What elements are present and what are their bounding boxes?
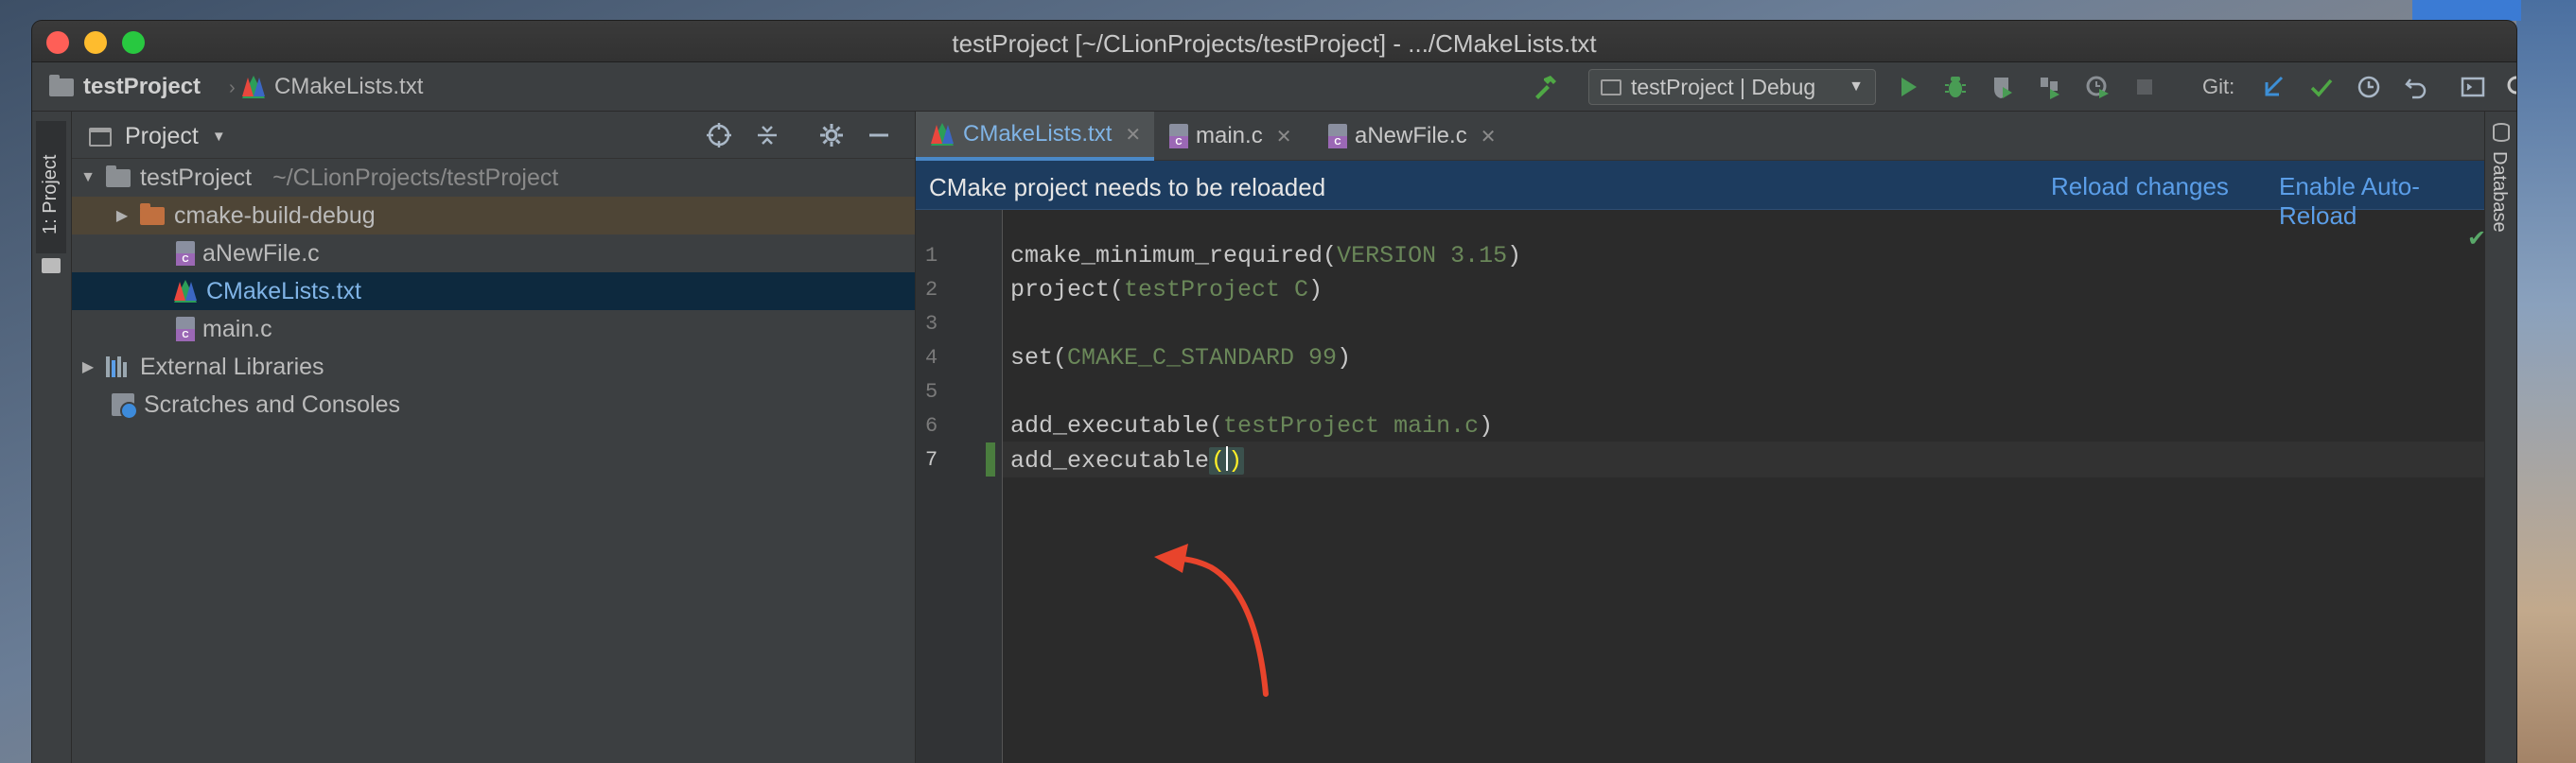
close-tab-icon[interactable]: ✕ — [1481, 125, 1497, 148]
navigation-bar: testProject › CMakeLists.txt testProject… — [32, 62, 2516, 112]
cmake-reload-banner: CMake project needs to be reloaded Reloa… — [916, 161, 2484, 230]
line-number: 4 — [925, 346, 938, 370]
folder-icon — [140, 202, 165, 225]
rollback-icon[interactable] — [2403, 74, 2429, 100]
expanded-triangle-icon: ▼ — [80, 169, 96, 185]
scratches-icon — [112, 393, 138, 420]
search-icon[interactable] — [2505, 74, 2516, 100]
gear-icon[interactable] — [817, 121, 846, 149]
line-number: 5 — [925, 380, 938, 404]
annotation-arrow-icon — [1154, 544, 1269, 697]
reload-changes-link[interactable]: Reload changes — [2051, 172, 2229, 201]
tab-cmakelists[interactable]: CMakeLists.txt ✕ — [916, 112, 1154, 161]
code-line[interactable]: set(CMAKE_C_STANDARD 99) — [1010, 344, 1351, 378]
line-number-current: 7 — [925, 448, 938, 472]
code-line[interactable]: project(testProject C) — [1010, 276, 1323, 310]
right-tool-strip: Database — [2484, 112, 2516, 763]
enable-auto-reload-link[interactable]: Enable Auto-Reload — [2279, 172, 2484, 231]
breadcrumb-project[interactable]: testProject — [49, 74, 201, 100]
editor-tabs: CMakeLists.txt ✕ C main.c ✕ C aNewFile.c… — [916, 112, 2516, 161]
desktop-background — [2412, 0, 2576, 763]
c-file-icon: C — [1169, 124, 1188, 148]
chevron-down-icon: ▼ — [211, 129, 226, 145]
tool-tab-database[interactable]: Database — [2488, 151, 2510, 233]
breadcrumb-file[interactable]: CMakeLists.txt — [242, 74, 423, 100]
cmake-icon — [931, 123, 954, 146]
hide-panel-minus-icon[interactable] — [865, 121, 893, 149]
folder-icon — [49, 74, 74, 96]
terminal-window-icon[interactable] — [2460, 74, 2486, 100]
window-title: testProject [~/CLionProjects/testProject… — [952, 29, 1597, 58]
database-icon — [2493, 123, 2510, 142]
debug-bug-icon[interactable] — [1942, 74, 1969, 100]
profile-icon[interactable] — [2037, 74, 2063, 100]
code-line[interactable]: cmake_minimum_required(VERSION 3.15) — [1010, 242, 1521, 276]
line-number: 2 — [925, 278, 938, 302]
project-view-icon — [89, 127, 112, 147]
git-label: Git: — [2202, 75, 2235, 98]
run-icon[interactable] — [1895, 74, 1921, 100]
banner-message: CMake project needs to be reloaded — [929, 173, 1326, 201]
tree-item-testproject[interactable]: ▼ testProject ~/CLionProjects/testProjec… — [72, 159, 915, 197]
run-configuration-select[interactable]: testProject | Debug ▼ — [1588, 69, 1876, 105]
tree-item-cmakelists[interactable]: CMakeLists.txt — [72, 272, 915, 310]
change-marker — [986, 442, 995, 477]
run-with-coverage-icon[interactable] — [1989, 74, 2016, 100]
editor-area: CMakeLists.txt ✕ C main.c ✕ C aNewFile.c… — [916, 112, 2516, 763]
line-number: 6 — [925, 414, 938, 438]
c-file-icon: C — [176, 241, 195, 266]
collapsed-triangle-icon: ▶ — [115, 208, 129, 224]
tab-main-c[interactable]: C main.c ✕ — [1154, 112, 1313, 161]
tree-item-cmake-build-debug[interactable]: ▶ cmake-build-debug — [72, 197, 915, 234]
git-update-icon[interactable] — [2261, 74, 2287, 100]
collapsed-triangle-icon: ▶ — [81, 359, 95, 375]
folder-icon — [42, 258, 61, 273]
close-tab-icon[interactable]: ✕ — [1276, 125, 1292, 148]
folder-icon — [106, 165, 131, 187]
build-hammer-icon[interactable] — [1532, 74, 1558, 100]
line-number: 1 — [925, 244, 938, 268]
left-tool-strip: 1: Project — [32, 112, 72, 763]
project-panel-header: Project ▼ — [72, 112, 915, 159]
project-view-selector[interactable]: Project ▼ — [89, 123, 226, 150]
collapse-all-icon[interactable] — [753, 121, 781, 149]
code-line[interactable]: add_executable(testProject main.c) — [1010, 412, 1493, 446]
c-file-icon: C — [176, 317, 195, 341]
history-clock-icon[interactable] — [2356, 74, 2382, 100]
tree-item-main-c[interactable]: C main.c — [72, 310, 915, 348]
cmake-icon — [174, 280, 197, 303]
close-tab-icon[interactable]: ✕ — [1125, 123, 1141, 147]
line-number: 3 — [925, 312, 938, 336]
title-bar: testProject [~/CLionProjects/testProject… — [32, 21, 2516, 62]
desktop-window-fragment — [2412, 0, 2521, 21]
tree-item-scratches[interactable]: Scratches and Consoles — [72, 386, 915, 424]
project-panel: Project ▼ ▼ testProject ~/CLionProjects/… — [72, 112, 916, 763]
config-icon — [1601, 78, 1621, 95]
ide-window: testProject [~/CLionProjects/testProject… — [32, 21, 2516, 763]
tab-anewfile[interactable]: C aNewFile.c ✕ — [1313, 112, 1502, 161]
chevron-down-icon: ▼ — [1849, 78, 1864, 95]
cmake-icon — [242, 76, 265, 98]
stop-icon[interactable] — [2131, 74, 2158, 100]
run-with-valgrind-icon[interactable] — [2084, 74, 2111, 100]
locate-crosshair-icon[interactable] — [705, 121, 733, 149]
breadcrumb-separator: › — [229, 78, 236, 98]
libraries-icon — [106, 356, 131, 377]
c-file-icon: C — [1328, 124, 1347, 148]
tree-item-external-libraries[interactable]: ▶ External Libraries — [72, 348, 915, 386]
tool-tab-project[interactable]: 1: Project — [36, 121, 66, 253]
tree-item-anewfile[interactable]: C aNewFile.c — [72, 234, 915, 272]
git-commit-check-icon[interactable] — [2308, 74, 2335, 100]
